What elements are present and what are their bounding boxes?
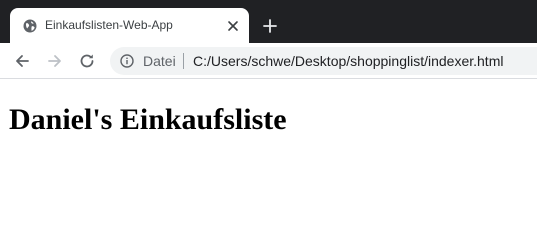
globe-icon	[23, 19, 37, 33]
plus-icon[interactable]	[260, 16, 280, 36]
browser-toolbar: Datei C:/Users/schwe/Desktop/shoppinglis…	[0, 43, 537, 79]
page-content: Daniel's Einkaufsliste	[0, 79, 537, 240]
scheme-label: Datei	[143, 53, 176, 69]
arrow-right-icon[interactable]	[45, 51, 65, 71]
page-heading: Daniel's Einkaufsliste	[9, 103, 287, 136]
tab-strip: Einkaufslisten-Web-App	[0, 0, 537, 43]
omnibox-divider	[183, 53, 184, 69]
close-icon[interactable]	[226, 19, 240, 33]
tab-active[interactable]: Einkaufslisten-Web-App	[10, 8, 249, 43]
arrow-left-icon[interactable]	[12, 51, 32, 71]
browser-window: Einkaufslisten-Web-App Datei C:/Users/sc…	[0, 0, 537, 240]
address-bar[interactable]: Datei C:/Users/schwe/Desktop/shoppinglis…	[110, 47, 537, 75]
reload-icon[interactable]	[77, 51, 97, 71]
tab-title: Einkaufslisten-Web-App	[45, 18, 173, 32]
url-text[interactable]: C:/Users/schwe/Desktop/shoppinglist/inde…	[193, 53, 503, 69]
info-icon[interactable]	[120, 54, 134, 68]
